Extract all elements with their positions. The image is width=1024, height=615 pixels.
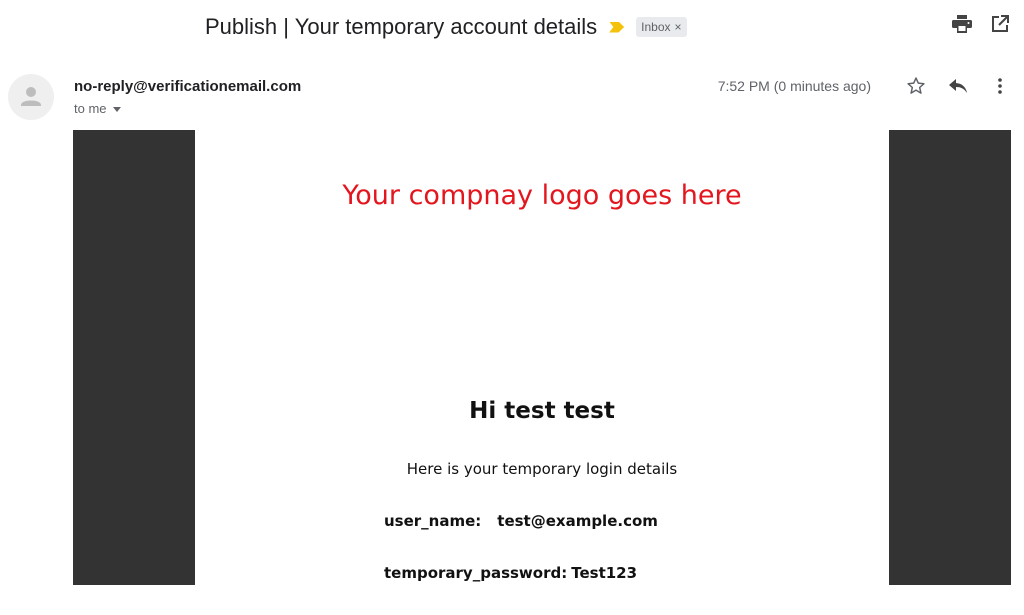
sender-address[interactable]: no-reply@verificationemail.com [74, 78, 301, 95]
password-label: temporary_password: [384, 564, 568, 582]
username-label: user_name: [384, 512, 482, 530]
email-right-border [889, 130, 1011, 585]
inbox-label-text: Inbox [641, 20, 671, 34]
password-value: Test123 [571, 564, 638, 582]
inbox-label-chip: Inbox × [636, 17, 687, 37]
email-greeting: Hi test test [469, 398, 615, 424]
message-actions [906, 76, 1010, 96]
importance-marker-icon[interactable] [609, 21, 625, 33]
person-icon [21, 87, 41, 106]
more-vert-icon[interactable] [990, 76, 1010, 96]
sender-avatar[interactable] [8, 74, 54, 120]
open-in-new-window-icon[interactable] [990, 14, 1010, 34]
username-value[interactable]: test@example.com [497, 512, 658, 530]
chevron-down-icon[interactable] [112, 107, 121, 112]
username-line: user_name: test@example.com [384, 512, 658, 530]
email-intro-text: Here is your temporary login details [406, 460, 678, 478]
message-timestamp: 7:52 PM (0 minutes ago) [717, 78, 871, 94]
email-subject-row: Publish | Your temporary account details… [205, 10, 687, 44]
recipient-label: to me [74, 101, 107, 116]
email-subject: Publish | Your temporary account details [205, 14, 598, 39]
print-icon[interactable] [952, 14, 972, 34]
star-icon[interactable] [906, 76, 926, 96]
reply-icon[interactable] [948, 76, 968, 96]
recipient-details-toggle[interactable]: to me [74, 101, 121, 116]
email-left-border [73, 130, 195, 585]
company-logo-placeholder: Your compnay logo goes here [342, 180, 742, 211]
remove-label-button[interactable]: × [675, 20, 682, 34]
password-line: temporary_password: Test123 [384, 564, 637, 582]
thread-actions [952, 14, 1010, 34]
